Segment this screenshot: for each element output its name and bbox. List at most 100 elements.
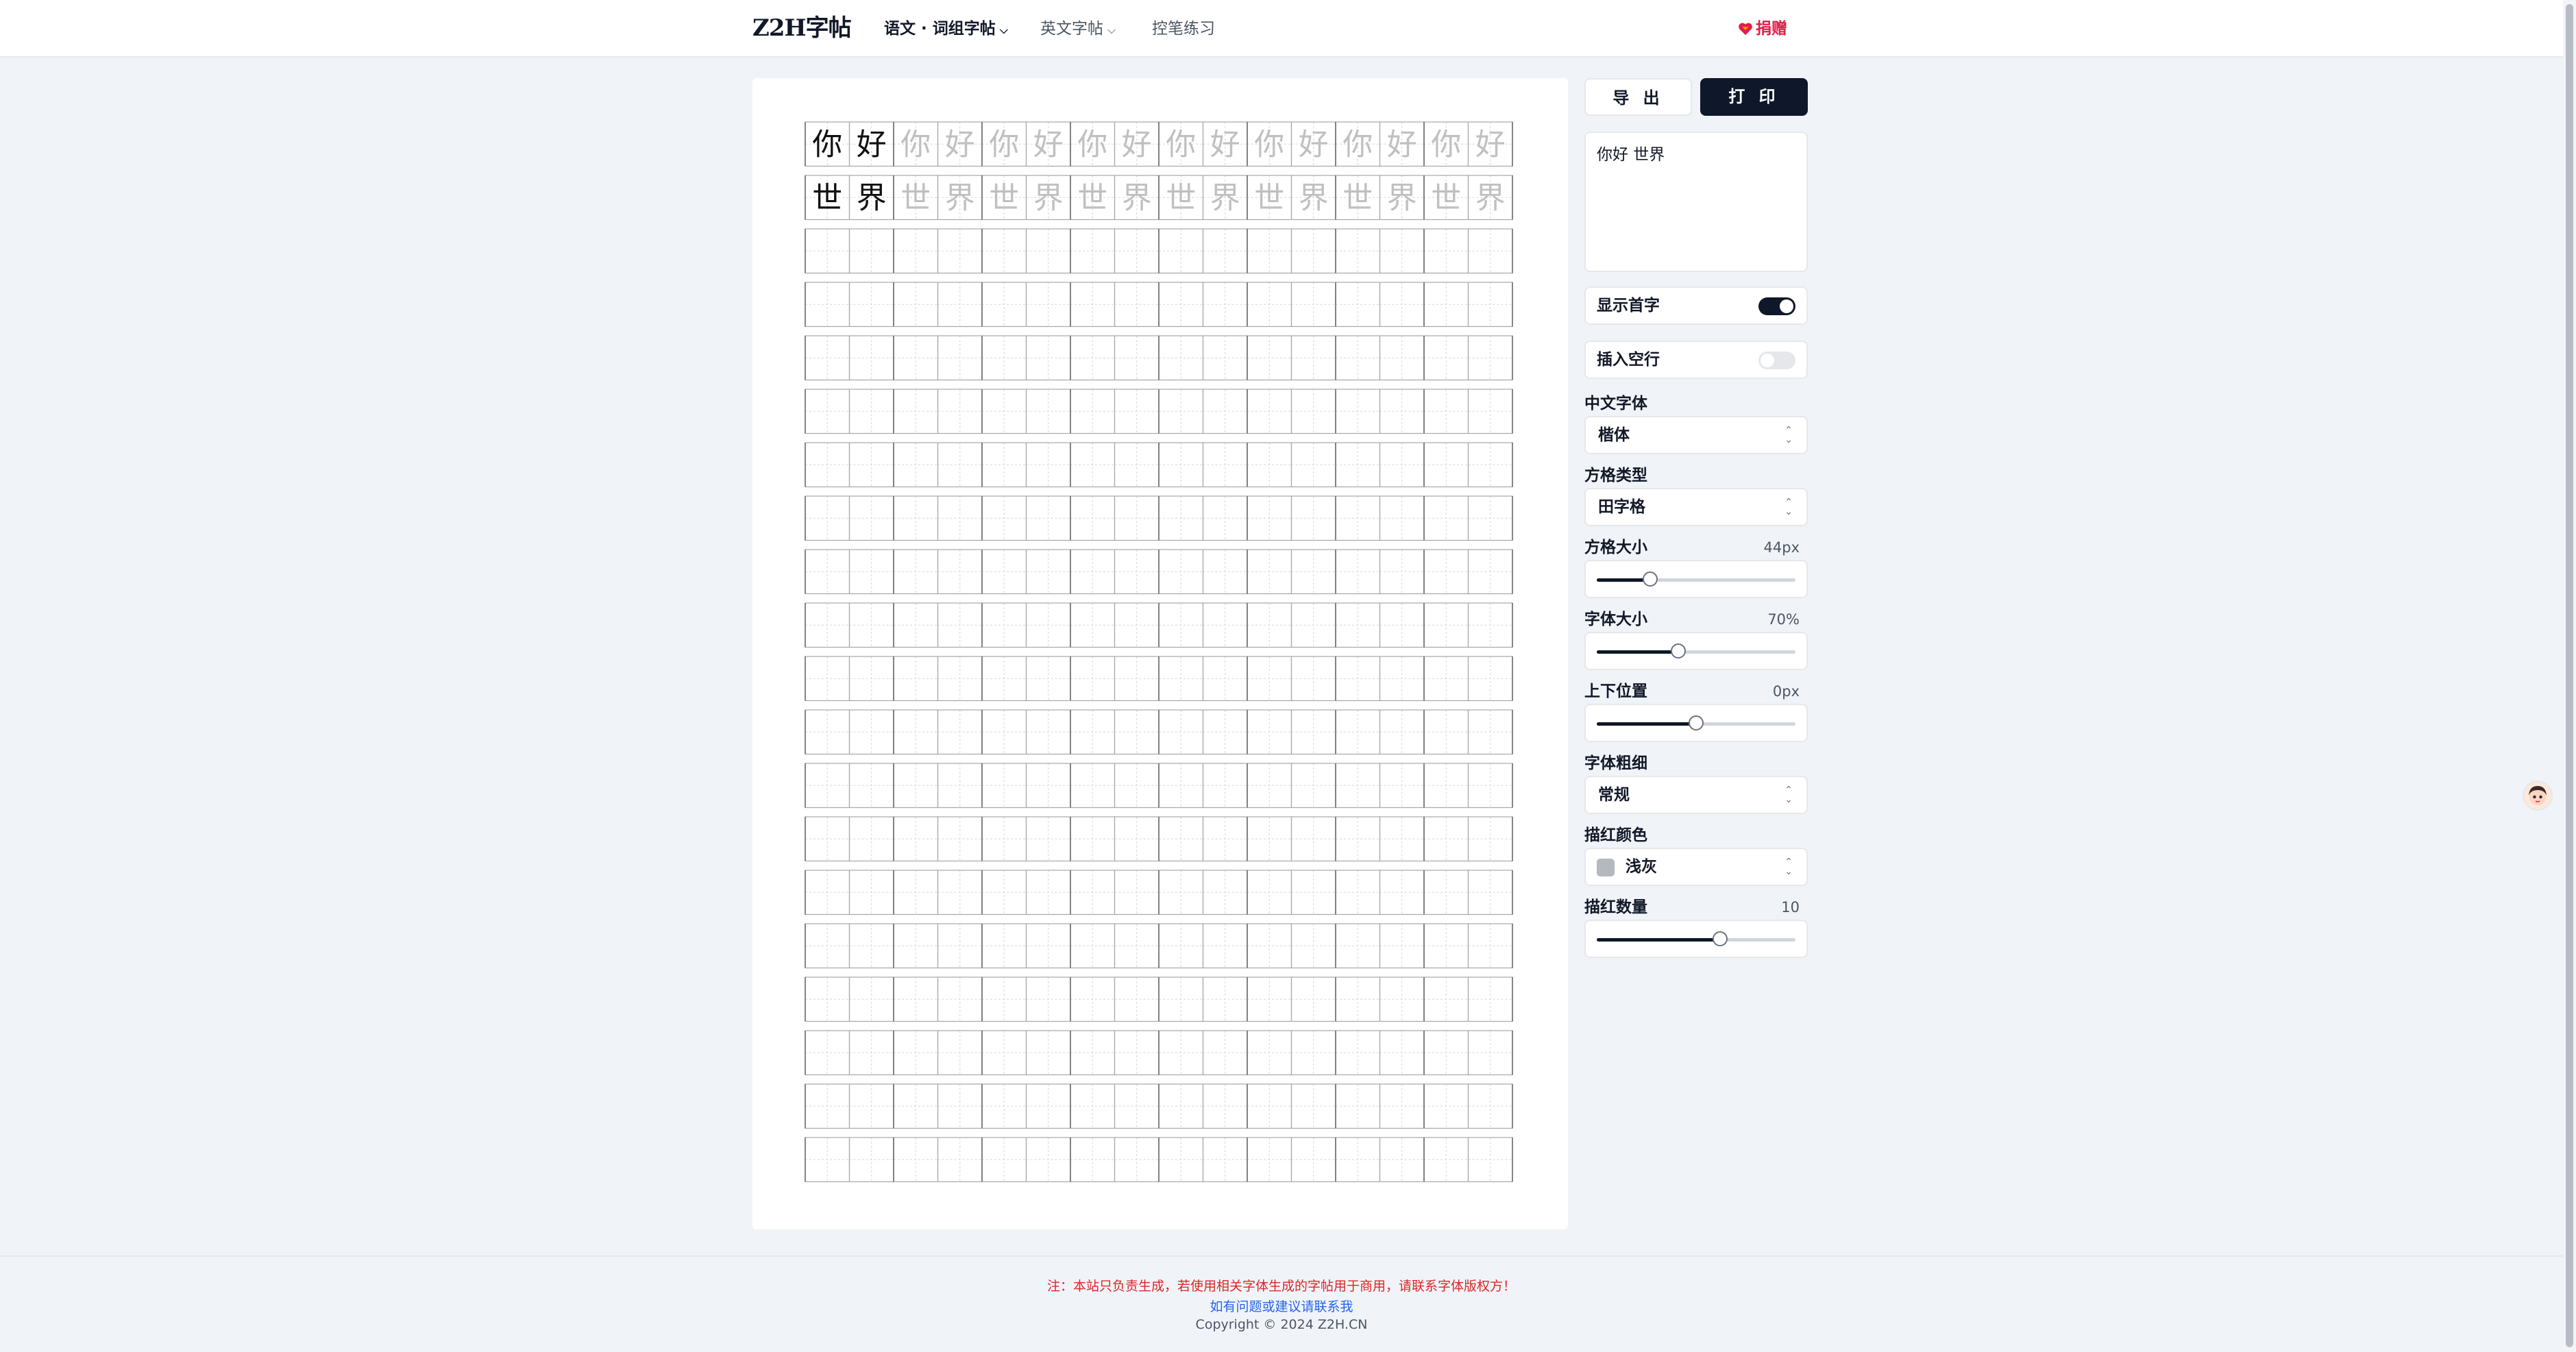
trace-char: 界 [1122, 180, 1152, 215]
footer-contact-link[interactable]: 如有问题或建议请联系我 [0, 1296, 2563, 1315]
select-arrows-icon: ⌃ ⌄ [1784, 857, 1793, 877]
font-select-value: 楷体 [1598, 426, 1630, 444]
trace-char: 世 [900, 180, 931, 215]
nav-pen-control-label: 控笔练习 [1152, 20, 1215, 38]
grid-size-label: 方格大小 [1584, 539, 1647, 556]
trace-char: 世 [1254, 180, 1284, 215]
trace-color-value: 浅灰 [1626, 858, 1657, 876]
font-size-value: 70% [1767, 611, 1800, 628]
trace-char: 你 [1342, 127, 1373, 162]
text-input[interactable]: 你好 世界 [1584, 132, 1808, 272]
donate-label: 捐赠 [1756, 20, 1787, 38]
trace-color-label: 描红颜色 [1584, 826, 1647, 844]
trace-char: 好 [1387, 127, 1417, 162]
page-scrollbar[interactable] [2563, 0, 2576, 1352]
slider-thumb[interactable] [1670, 643, 1686, 659]
practice-grid: 你好你好你好你好你好你好你好你好世界世界世界世界世界世界世界世界 [805, 121, 1513, 1183]
trace-color-select[interactable]: 浅灰 ⌃ ⌄ [1584, 848, 1808, 886]
slider-fill [1597, 722, 1696, 726]
slider-thumb[interactable] [1689, 715, 1704, 730]
model-char: 好 [857, 127, 887, 162]
select-arrows-icon: ⌃ ⌄ [1784, 425, 1793, 445]
slider-track [1597, 715, 1795, 730]
trace-char: 好 [1475, 127, 1506, 162]
toggle-knob [1780, 299, 1793, 313]
font-weight-value: 常规 [1598, 786, 1630, 804]
trace-char: 界 [945, 180, 975, 215]
footer-copyright: Copyright © 2024 Z2H.CN [1195, 1317, 1368, 1332]
grid-type-select[interactable]: 田字格 ⌃ ⌄ [1584, 488, 1808, 526]
trace-char: 好 [1033, 127, 1064, 162]
trace-count-label: 描红数量 [1584, 898, 1647, 916]
footer-divider [0, 1255, 2563, 1257]
trace-char: 好 [1122, 127, 1152, 162]
model-char: 世 [812, 180, 842, 215]
model-char: 你 [812, 127, 842, 162]
footer-notice: 注：本站只负责生成，若使用相关字体生成的字帖用于商用，请联系字体版权方！ [1046, 1279, 1516, 1294]
nav-english[interactable]: 英文字帖 ⌵ [1040, 15, 1116, 42]
trace-char: 界 [1475, 180, 1506, 215]
trace-char: 你 [900, 127, 931, 162]
trace-char: 你 [1077, 127, 1107, 162]
nav-english-label: 英文字帖 [1040, 20, 1103, 38]
font-weight-label: 字体粗细 [1584, 754, 1647, 772]
heart-icon [1739, 23, 1752, 36]
trace-char: 你 [1431, 127, 1461, 162]
vertical-position-value: 0px [1772, 683, 1800, 700]
avatar-face [2529, 786, 2547, 805]
vertical-position-slider[interactable] [1584, 704, 1808, 742]
show-first-char-label: 显示首字 [1597, 297, 1660, 315]
assistant-avatar-icon[interactable] [2523, 781, 2553, 811]
show-first-char-row: 显示首字 [1584, 286, 1808, 325]
nav-pen-control[interactable]: 控笔练习 [1152, 15, 1215, 42]
select-arrows-icon: ⌃ ⌄ [1784, 785, 1793, 805]
export-button[interactable]: 导 出 [1584, 78, 1692, 116]
slider-track [1597, 931, 1795, 946]
slider-fill [1597, 650, 1678, 654]
trace-char: 你 [989, 127, 1019, 162]
font-size-slider[interactable] [1584, 632, 1808, 670]
trace-count-slider[interactable] [1584, 920, 1808, 958]
trace-char: 你 [1254, 127, 1284, 162]
chevron-down-icon: ⌵ [1107, 23, 1116, 36]
print-button[interactable]: 打 印 [1700, 78, 1808, 116]
insert-blank-label: 插入空行 [1597, 351, 1660, 369]
font-weight-select[interactable]: 常规 ⌃ ⌄ [1584, 776, 1808, 814]
font-size-label: 字体大小 [1584, 611, 1647, 628]
slider-thumb[interactable] [1643, 571, 1658, 587]
font-select[interactable]: 楷体 ⌃ ⌄ [1584, 416, 1808, 454]
logo-text: Z2H字帖 [752, 14, 852, 42]
top-navbar: Z2H字帖 语文 · 词组字帖 ⌵ 英文字帖 ⌵ 控笔练习 捐赠 [0, 0, 2563, 58]
model-char: 界 [857, 180, 887, 215]
font-label: 中文字体 [1584, 395, 1647, 413]
nav-chinese-phrases[interactable]: 语文 · 词组字帖 ⌵ [884, 15, 1008, 42]
trace-count-value: 10 [1781, 899, 1800, 915]
trace-char: 世 [1166, 180, 1196, 215]
trace-char: 世 [1431, 180, 1461, 215]
trace-char: 世 [1077, 180, 1107, 215]
color-swatch [1597, 859, 1615, 876]
grid-type-label: 方格类型 [1584, 467, 1647, 484]
grid-type-value: 田字格 [1598, 498, 1645, 516]
grid-size-value: 44px [1763, 539, 1800, 556]
scrollbar-thumb[interactable] [2566, 4, 2573, 1347]
toggle-knob [1761, 354, 1774, 367]
trace-char: 好 [1210, 127, 1240, 162]
worksheet-paper: 你好你好你好你好你好你好你好你好世界世界世界世界世界世界世界世界 [752, 78, 1568, 1229]
insert-blank-toggle[interactable] [1758, 352, 1795, 369]
trace-char: 世 [989, 180, 1019, 215]
trace-char: 好 [1299, 127, 1329, 162]
grid-size-slider[interactable] [1584, 560, 1808, 598]
site-logo[interactable]: Z2H字帖 [752, 12, 852, 44]
slider-thumb[interactable] [1712, 931, 1728, 946]
trace-char: 好 [945, 127, 975, 162]
chevron-down-icon: ⌵ [999, 23, 1008, 36]
insert-blank-row: 插入空行 [1584, 341, 1808, 379]
trace-char: 界 [1210, 180, 1240, 215]
show-first-char-toggle[interactable] [1758, 297, 1795, 315]
vertical-position-label: 上下位置 [1584, 683, 1647, 700]
donate-button[interactable]: 捐赠 [1738, 15, 1787, 42]
trace-char: 界 [1299, 180, 1329, 215]
slider-track [1597, 571, 1795, 587]
trace-char: 界 [1387, 180, 1417, 215]
